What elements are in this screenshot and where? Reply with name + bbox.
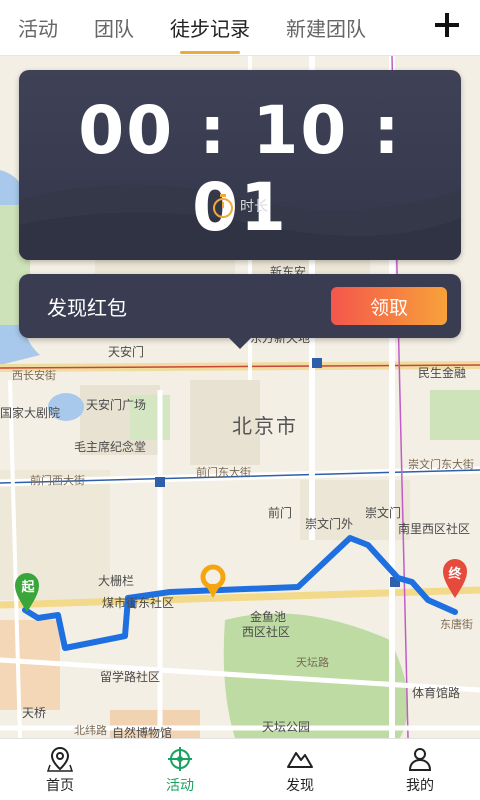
map-label: 留学路社区 (100, 670, 161, 684)
claim-button[interactable]: 领取 (331, 287, 447, 325)
mountain-icon (287, 751, 313, 768)
red-packet-label: 发现红包 (47, 295, 127, 320)
user-icon (408, 747, 432, 771)
nav-home-label: 首页 (46, 777, 74, 794)
tab-activity[interactable]: 活动 (0, 0, 76, 56)
map-label: 天桥 (22, 706, 47, 720)
map-label: 天坛路 (296, 656, 329, 669)
nav-discover[interactable]: 发现 (240, 739, 360, 800)
map-label: 天安门 (108, 345, 145, 359)
map-label: 自然博物馆 (112, 726, 173, 738)
tab-team[interactable]: 团队 (76, 0, 152, 56)
add-icon[interactable] (432, 10, 462, 40)
map-label: 天坛公园 (262, 720, 311, 734)
map-label: 煤市街东社区 (102, 596, 175, 610)
map-label: 崇文门东大街 (408, 458, 474, 471)
tab-hike-record[interactable]: 徒步记录 (152, 0, 268, 56)
map-label: 北京市 (232, 414, 298, 438)
activity-icon (168, 746, 192, 771)
map-label: 前门西大街 (30, 474, 85, 487)
map-label: 崇文门 (365, 506, 402, 520)
nav-home[interactable]: 首页 (0, 739, 120, 800)
map-label: 崇文门外 (305, 517, 354, 531)
map-label: 前门东大街 (196, 466, 251, 479)
duration-label: 时长 (240, 199, 268, 215)
map-label: 西区社区 (242, 625, 291, 639)
map-label: 北纬路 (74, 724, 107, 737)
map-label: 前门 (268, 506, 293, 520)
stopwatch-icon (213, 194, 233, 218)
nav-activity[interactable]: 活动 (120, 739, 240, 800)
timer-card: 00 : 10 : 01 时长 (19, 70, 461, 260)
nav-discover-label: 发现 (286, 777, 314, 794)
map-label: 东唐街 (440, 618, 473, 631)
map-pin-icon (46, 746, 74, 772)
map-label: 南里西区社区 (398, 522, 471, 536)
tab-new-team[interactable]: 新建团队 (268, 0, 384, 56)
map-label: 西长安街 (12, 369, 56, 382)
bottom-nav: 首页 活动 发现 我的 (0, 738, 480, 800)
red-packet-bar: 发现红包 领取 (19, 274, 461, 338)
elapsed-time: 00 : 10 : 01 (78, 92, 402, 246)
start-marker[interactable]: 起 (20, 576, 36, 595)
map-label: 体育馆路 (412, 686, 461, 700)
top-tab-bar: 活动 团队 徒步记录 新建团队 (0, 0, 480, 56)
map-label: 民生金融 (418, 366, 467, 380)
map-label: 毛主席纪念堂 (74, 440, 147, 454)
map-label: 天安门广场 (86, 398, 147, 412)
map-label: 国家大剧院 (0, 406, 61, 420)
map-label: 大栅栏 (98, 574, 135, 588)
packet-pointer (229, 338, 251, 349)
nav-mine[interactable]: 我的 (360, 739, 480, 800)
duration-caption: 时长 (19, 194, 461, 218)
end-marker[interactable]: 终 (447, 563, 463, 582)
nav-mine-label: 我的 (406, 777, 434, 794)
nav-activity-label: 活动 (166, 777, 194, 794)
